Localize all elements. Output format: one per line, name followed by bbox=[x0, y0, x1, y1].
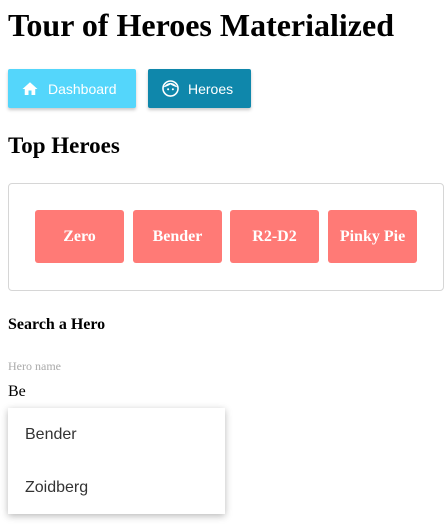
hero-name-label: Hero name bbox=[8, 359, 61, 373]
app-title: Tour of Heroes Materialized bbox=[8, 7, 394, 43]
hero-card-r2-d2[interactable]: R2-D2 bbox=[230, 210, 319, 263]
search-title: Search a Hero bbox=[8, 316, 106, 333]
heroes-nav-button[interactable]: Heroes bbox=[148, 69, 251, 108]
hero-card-bender[interactable]: Bender bbox=[133, 210, 222, 263]
hero-card-zero[interactable]: Zero bbox=[35, 210, 124, 263]
hero-search-input[interactable] bbox=[8, 381, 224, 403]
suggestion-item-bender[interactable]: Bender bbox=[8, 408, 225, 461]
heroes-nav-label: Heroes bbox=[188, 80, 234, 97]
suggestion-item-zoidberg[interactable]: Zoidberg bbox=[8, 461, 225, 514]
face-icon bbox=[160, 79, 180, 99]
hero-card-pinky-pie[interactable]: Pinky Pie bbox=[328, 210, 417, 263]
home-icon bbox=[20, 79, 40, 99]
dashboard-nav-label: Dashboard bbox=[48, 80, 117, 97]
dashboard-nav-button[interactable]: Dashboard bbox=[8, 69, 136, 108]
search-suggestions-dropdown: Bender Zoidberg bbox=[8, 408, 225, 514]
top-heroes-title: Top Heroes bbox=[8, 133, 120, 158]
